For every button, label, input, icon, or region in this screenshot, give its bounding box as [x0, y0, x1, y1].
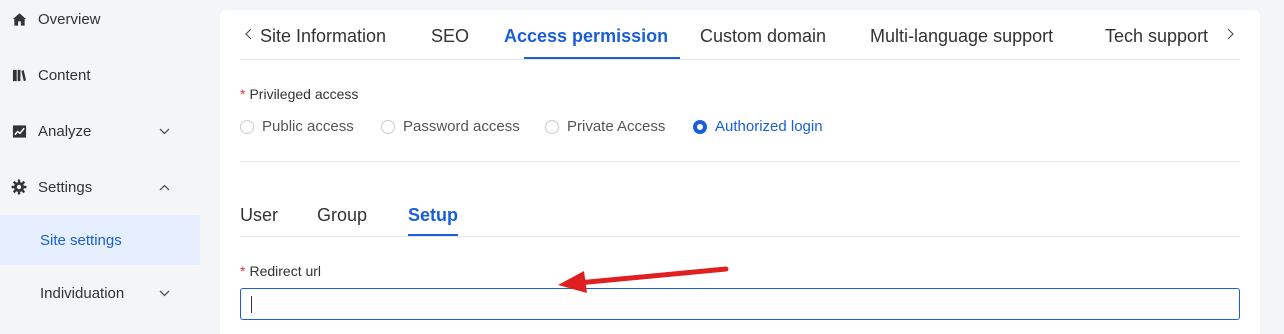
tab-access-permission[interactable]: Access permission [504, 26, 668, 47]
settings-card: Site Information SEO Access permission C… [220, 10, 1260, 334]
radio-public-access[interactable]: Public access [240, 118, 354, 135]
subtab-bar: User Group Setup [240, 200, 1240, 237]
tab-site-information[interactable]: Site Information [260, 26, 386, 47]
radio-password-access[interactable]: Password access [381, 118, 520, 135]
sidebar-item-label: Individuation [40, 284, 125, 302]
radio-circle-checked [693, 119, 707, 134]
tab-tech-support[interactable]: Tech support [1105, 26, 1208, 47]
sidebar-item-analyze[interactable]: Analyze [0, 107, 200, 155]
section-divider [240, 161, 1240, 162]
redirect-url-label: * Redirect url [240, 263, 322, 279]
radio-authorized-login[interactable]: Authorized login [693, 118, 823, 135]
redirect-url-input[interactable] [240, 288, 1240, 320]
text-cursor [251, 296, 252, 313]
tab-seo[interactable]: SEO [431, 26, 469, 47]
radio-private-access[interactable]: Private Access [545, 118, 665, 135]
subtab-user[interactable]: User [240, 205, 278, 226]
sidebar-item-individuation[interactable]: Individuation [0, 269, 200, 317]
sidebar-item-settings[interactable]: Settings [0, 163, 200, 211]
chevron-down-icon [158, 287, 170, 299]
book-icon [11, 67, 27, 83]
sidebar: Overview Content Analyze Settings Site s… [0, 0, 200, 334]
required-mark: * [240, 263, 246, 279]
active-subtab-indicator [408, 234, 458, 236]
radio-circle [381, 119, 395, 134]
tab-scroll-left-icon[interactable] [242, 27, 254, 41]
sidebar-item-label: Content [38, 66, 91, 84]
sidebar-item-label: Analyze [38, 122, 92, 140]
subtab-setup[interactable]: Setup [408, 205, 458, 226]
sidebar-item-overview[interactable]: Overview [0, 0, 200, 43]
sidebar-item-label: Overview [38, 10, 101, 28]
sidebar-item-label: Settings [38, 178, 93, 196]
chart-icon [11, 123, 27, 139]
radio-circle [240, 119, 254, 134]
sidebar-item-label: Site settings [40, 231, 122, 249]
gear-icon [11, 179, 27, 195]
subtab-group[interactable]: Group [317, 205, 367, 226]
chevron-down-icon [158, 125, 170, 137]
sidebar-item-content[interactable]: Content [0, 51, 200, 99]
radio-circle [545, 119, 559, 134]
chevron-up-icon [158, 181, 170, 193]
tab-custom-domain[interactable]: Custom domain [700, 26, 826, 47]
tab-scroll-right-icon[interactable] [1224, 27, 1236, 41]
required-mark: * [240, 86, 246, 102]
tab-bar: Site Information SEO Access permission C… [240, 10, 1240, 60]
privileged-access-label: * Privileged access [240, 86, 359, 102]
active-tab-indicator [524, 57, 680, 59]
sidebar-item-site-settings[interactable]: Site settings [0, 215, 200, 265]
home-icon [11, 11, 27, 27]
tab-multi-language-support[interactable]: Multi-language support [870, 26, 1053, 47]
